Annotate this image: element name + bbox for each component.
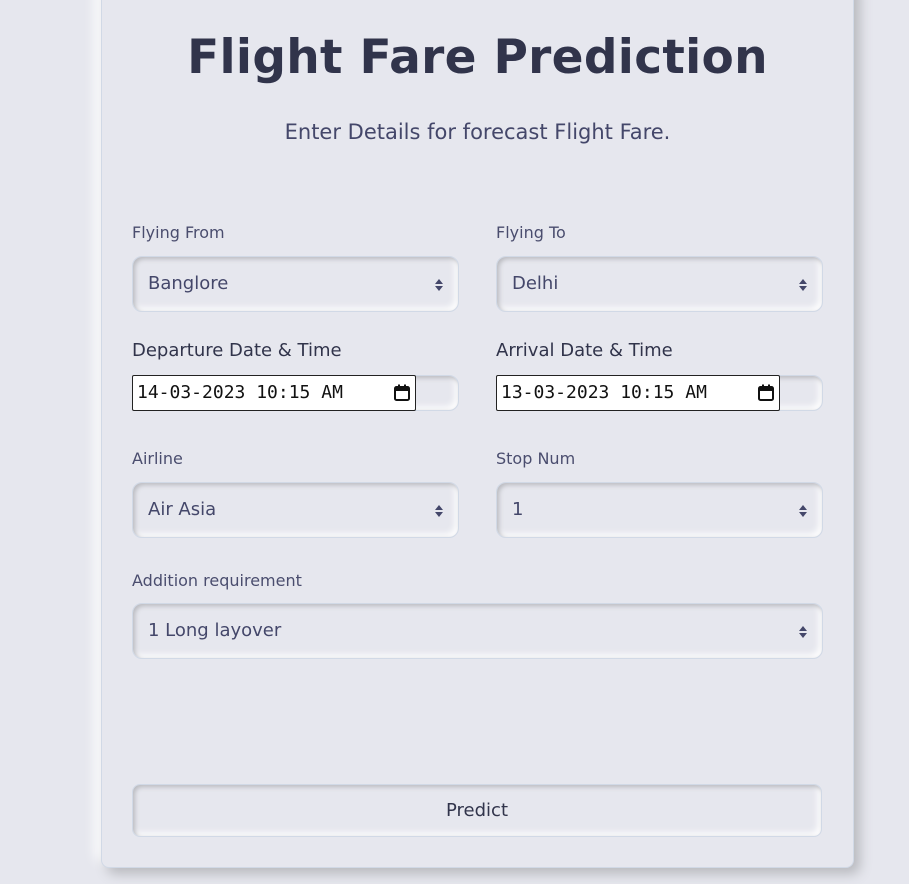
departure-value: 14-03-2023 10:15 AM: [137, 382, 343, 403]
calendar-icon[interactable]: [758, 384, 774, 401]
departure-datetime-input[interactable]: 14-03-2023 10:15 AM: [132, 375, 416, 411]
airline-select[interactable]: Air Asia: [132, 482, 459, 538]
airline-label: Airline: [132, 449, 183, 468]
addition-requirement-value: 1 Long layover: [148, 620, 282, 641]
sort-arrows-icon: [799, 279, 807, 291]
flying-from-value: Banglore: [148, 273, 229, 294]
calendar-icon[interactable]: [394, 384, 410, 401]
arrival-value: 13-03-2023 10:15 AM: [501, 382, 707, 403]
addition-requirement-select[interactable]: 1 Long layover: [132, 603, 823, 659]
departure-field-wrapper: 14-03-2023 10:15 AM: [132, 375, 459, 411]
airline-value: Air Asia: [148, 499, 217, 520]
stop-num-label: Stop Num: [496, 449, 576, 468]
page-title: Flight Fare Prediction: [187, 30, 768, 85]
stop-num-value: 1: [512, 499, 524, 520]
flying-to-select[interactable]: Delhi: [496, 256, 823, 312]
arrival-field-wrapper: 13-03-2023 10:15 AM: [496, 375, 823, 411]
sort-arrows-icon: [799, 505, 807, 517]
page-subtitle: Enter Details for forecast Flight Fare.: [284, 120, 671, 144]
arrival-label: Arrival Date & Time: [496, 340, 673, 361]
stop-num-select[interactable]: 1: [496, 482, 823, 538]
flying-to-value: Delhi: [512, 273, 559, 294]
departure-label: Departure Date & Time: [132, 340, 342, 361]
arrival-datetime-input[interactable]: 13-03-2023 10:15 AM: [496, 375, 780, 411]
addition-requirement-label: Addition requirement: [132, 571, 302, 590]
predict-button[interactable]: Predict: [132, 784, 822, 837]
flying-from-label: Flying From: [132, 223, 225, 242]
flying-to-label: Flying To: [496, 223, 566, 242]
sort-arrows-icon: [799, 626, 807, 638]
flying-from-select[interactable]: Banglore: [132, 256, 459, 312]
sort-arrows-icon: [435, 505, 443, 517]
sort-arrows-icon: [435, 279, 443, 291]
